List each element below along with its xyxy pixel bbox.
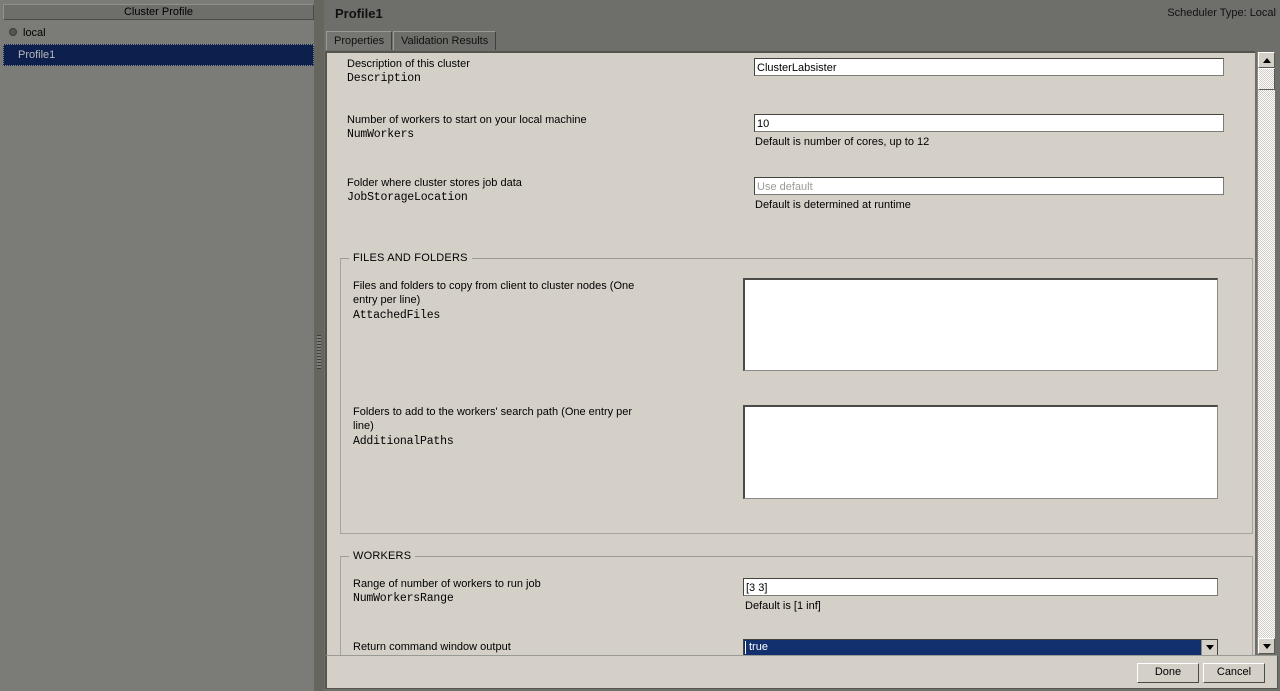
property-name-label: NumWorkersRange	[353, 592, 454, 605]
property-description-label: Range of number of workers to run job	[353, 578, 541, 590]
files-and-folders-group-title: FILES AND FOLDERS	[349, 252, 472, 264]
chevron-down-icon[interactable]	[1201, 640, 1217, 655]
done-button[interactable]: Done	[1137, 663, 1199, 683]
property-name-label: NumWorkers	[347, 128, 415, 141]
properties-scroll-area: Description of this cluster Description …	[325, 51, 1255, 655]
page-title: Profile1	[335, 6, 383, 21]
numworkers-input[interactable]	[754, 114, 1224, 132]
description-input[interactable]	[754, 58, 1224, 76]
workers-group-title: WORKERS	[349, 550, 416, 562]
property-name-label: Description	[347, 72, 421, 85]
property-description-label: Files and folders to copy from client to…	[353, 280, 635, 306]
cluster-profile-panel: Cluster Profile local Profile1	[0, 0, 314, 691]
profile-title-bar: Profile1 Scheduler Type: Local	[324, 0, 1280, 28]
jobstoragelocation-hint: Default is determined at runtime	[755, 199, 911, 211]
numworkers-hint: Default is number of cores, up to 12	[755, 136, 930, 148]
scroll-down-button[interactable]	[1258, 638, 1275, 654]
additionalpaths-textarea[interactable]	[743, 405, 1218, 499]
capturediary-selected-value: true	[745, 641, 1201, 654]
capturediary-dropdown[interactable]: true	[743, 639, 1218, 655]
tab-validation-results[interactable]: Validation Results	[393, 31, 497, 50]
jobstoragelocation-input[interactable]	[754, 177, 1224, 195]
scheduler-type-label: Scheduler Type: Local	[1167, 7, 1276, 19]
vertical-scrollbar[interactable]	[1257, 52, 1275, 654]
numworkersrange-input[interactable]	[743, 578, 1218, 596]
dialog-button-bar: Done Cancel	[325, 655, 1278, 689]
property-name-label: AdditionalPaths	[353, 435, 454, 448]
tab-strip: Properties Validation Results	[324, 30, 1280, 51]
list-item-profile1[interactable]: Profile1	[3, 44, 314, 66]
cluster-profile-manager-window: Cluster Profile local Profile1 Profile1 …	[0, 0, 1280, 691]
cluster-profile-header: Cluster Profile	[3, 4, 314, 20]
scrollbar-thumb[interactable]	[1258, 68, 1275, 90]
property-name-label: AttachedFiles	[353, 309, 441, 322]
cancel-button[interactable]: Cancel	[1203, 663, 1265, 683]
attachedfiles-textarea[interactable]	[743, 278, 1218, 371]
tab-properties[interactable]: Properties	[326, 31, 393, 50]
property-description-label: Folder where cluster stores job data	[347, 177, 522, 189]
list-item-local[interactable]: local	[3, 22, 314, 44]
property-description-label: Description of this cluster	[347, 58, 470, 70]
property-name-label: JobStorageLocation	[347, 191, 468, 204]
scroll-up-button[interactable]	[1258, 52, 1275, 68]
property-description-label: Return command window output	[353, 641, 511, 653]
splitter-grip-icon[interactable]	[317, 335, 321, 369]
property-description-label: Number of workers to start on your local…	[347, 114, 587, 126]
list-item-label: local	[23, 27, 46, 39]
numworkersrange-hint: Default is [1 inf]	[745, 600, 821, 612]
cluster-profile-list[interactable]: local Profile1	[3, 22, 314, 688]
list-item-label: Profile1	[18, 49, 56, 61]
bullet-icon	[9, 28, 17, 37]
scrollbar-track[interactable]	[1258, 68, 1275, 638]
property-description-label: Folders to add to the workers' search pa…	[353, 406, 633, 432]
